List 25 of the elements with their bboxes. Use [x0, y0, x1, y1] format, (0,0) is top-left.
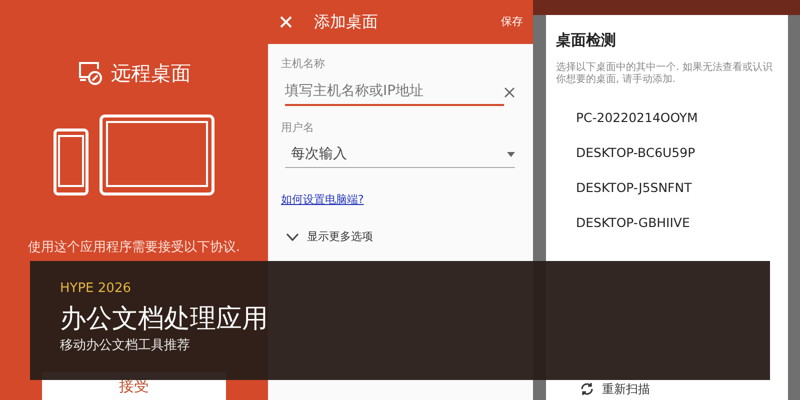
field-label: 主机名称 [281, 56, 326, 72]
more-options-toggle[interactable]: 显示更多选项 [307, 228, 373, 245]
rescan-button[interactable]: 重新扫描 [602, 380, 650, 398]
caption-subtitle: 移动办公文档工具推荐 [60, 337, 191, 356]
hostname-input[interactable]: 填写主机名称或IP地址 [285, 78, 504, 106]
caret-icon [507, 152, 515, 157]
caption-tag: HYPE 2026 [60, 279, 740, 298]
dialog-title: 桌面检测 [556, 30, 617, 51]
close-icon[interactable] [280, 16, 292, 28]
agreement-text: 使用这个应用程序需要接受以下协议. [28, 239, 240, 257]
page-title: 添加桌面 [314, 11, 378, 33]
desktop-list-item[interactable]: PC-20220214OOYM [556, 100, 778, 136]
remote-desktop-icon [77, 60, 103, 86]
username-dropdown[interactable]: 每次输入 [285, 142, 515, 168]
caption-title: 办公文档处理应用 [60, 302, 269, 336]
clear-icon[interactable] [504, 86, 515, 98]
desktop-list-item[interactable]: DESKTOP-J5SNFNT [556, 170, 778, 206]
desktop-list-item[interactable]: DESKTOP-BC6U59P [556, 136, 778, 170]
help-link[interactable]: 如何设置电脑端? [281, 192, 364, 208]
field-label: 用户名 [281, 120, 315, 136]
dialog-description: 选择以下桌面中的其中一个. 如果无法查看或认识你想要的桌面, 请手动添加. [556, 62, 774, 86]
desktop-list-item[interactable]: DESKTOP-GBHIIVE [556, 206, 778, 240]
refresh-icon [580, 383, 594, 395]
app-title: 远程桌面 [111, 60, 191, 87]
save-button[interactable]: 保存 [501, 14, 523, 30]
